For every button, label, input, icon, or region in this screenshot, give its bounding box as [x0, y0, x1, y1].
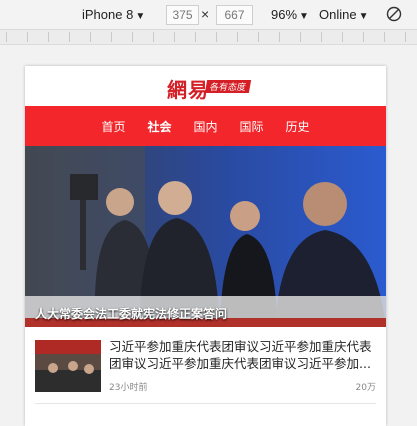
ruler-tick — [300, 32, 301, 42]
ruler-tick — [237, 32, 238, 42]
ruler-tick — [216, 32, 217, 42]
zoom-select[interactable]: 96% ▼ — [271, 7, 309, 22]
width-input[interactable]: 375 — [166, 5, 199, 25]
device-select[interactable]: iPhone 8 ▼ — [82, 7, 145, 22]
news-view-count: 20万 — [355, 383, 376, 393]
dimension-separator: × — [201, 6, 210, 22]
nav-item-home[interactable]: 首页 — [101, 118, 125, 135]
caret-down-icon: ▼ — [135, 11, 146, 22]
caret-down-icon: ▼ — [299, 11, 309, 22]
ruler-tick — [27, 32, 28, 42]
news-list-item[interactable]: 习近平参加重庆代表团审议习近平参加重庆代表团审议习近平参加重庆代表团审议习近平参… — [35, 336, 376, 396]
ruler-tick — [69, 32, 70, 42]
netease-logo[interactable]: 網易 — [167, 74, 209, 103]
news-thumbnail — [35, 340, 101, 392]
nav-item-history[interactable]: 历史 — [286, 118, 310, 135]
rotate-icon[interactable] — [386, 6, 402, 22]
ruler-tick — [174, 32, 175, 42]
device-toolbar: iPhone 8 ▼ 375 × 667 96% ▼ Online ▼ — [0, 0, 417, 30]
zoom-label: 96% — [271, 7, 298, 22]
network-label: Online — [319, 7, 357, 22]
hero-image — [25, 146, 386, 327]
media-query-ruler — [0, 30, 417, 45]
height-input[interactable]: 667 — [216, 5, 253, 25]
ruler-tick — [90, 32, 91, 42]
ruler-tick — [384, 32, 385, 42]
nav-item-domestic[interactable]: 国内 — [193, 118, 217, 135]
device-viewport: 網易 各有态度 首页 社会 国内 国际 历史 人大常委会法工委就宪法修正案答问 … — [25, 66, 386, 426]
caret-down-icon: ▼ — [358, 11, 369, 22]
ruler-tick — [321, 32, 322, 42]
hero-caption: 人大常委会法工委就宪法修正案答问 — [35, 307, 228, 321]
ruler-tick — [258, 32, 259, 42]
ruler-tick — [153, 32, 154, 42]
hero-banner[interactable]: 人大常委会法工委就宪法修正案答问 — [25, 146, 386, 327]
ruler-tick — [111, 32, 112, 42]
ruler-tick — [6, 32, 7, 42]
network-throttle-select[interactable]: Online ▼ — [319, 7, 368, 22]
ruler-tick — [132, 32, 133, 42]
logo-tagline: 各有态度 — [204, 80, 252, 93]
ruler-tick — [279, 32, 280, 42]
nav-item-society[interactable]: 社会 — [147, 118, 171, 135]
ruler-tick — [405, 32, 406, 42]
site-header: 網易 各有态度 — [25, 66, 386, 106]
news-title[interactable]: 习近平参加重庆代表团审议习近平参加重庆代表团审议习近平参加重庆代表团审议习近平参… — [109, 338, 377, 372]
thumbnail-image — [35, 340, 101, 392]
category-nav: 首页 社会 国内 国际 历史 — [25, 106, 386, 146]
list-divider — [35, 403, 376, 404]
news-timestamp: 23小时前 — [109, 383, 148, 393]
ruler-tick — [342, 32, 343, 42]
ruler-tick — [48, 32, 49, 42]
ruler-tick — [363, 32, 364, 42]
device-label: iPhone 8 — [82, 7, 134, 22]
ruler-tick — [195, 32, 196, 42]
nav-item-international[interactable]: 国际 — [240, 118, 264, 135]
